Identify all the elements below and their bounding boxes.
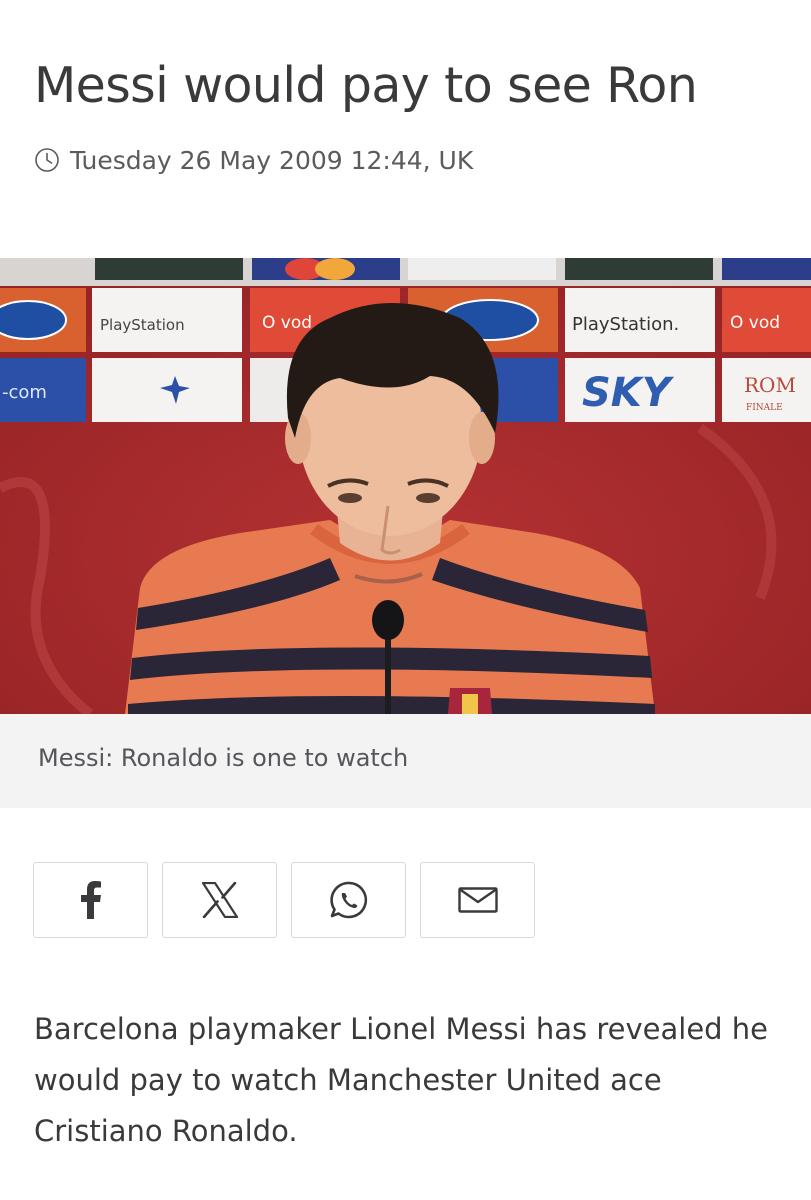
- share-facebook-button[interactable]: [33, 862, 148, 938]
- clock-icon: [34, 147, 60, 173]
- share-bar: [33, 862, 535, 938]
- facebook-icon: [80, 881, 102, 919]
- share-whatsapp-button[interactable]: [291, 862, 406, 938]
- email-icon: [457, 887, 498, 913]
- svg-text:PlayStation.: PlayStation.: [572, 314, 679, 335]
- article-timestamp: Tuesday 26 May 2009 12:44, UK: [70, 145, 474, 175]
- svg-text:-com: -com: [2, 382, 47, 403]
- share-email-button[interactable]: [420, 862, 535, 938]
- photo-caption: Messi: Ronaldo is one to watch: [38, 744, 409, 772]
- share-x-button[interactable]: [162, 862, 277, 938]
- svg-text:FINALE: FINALE: [746, 403, 783, 413]
- svg-text:SKY: SKY: [582, 370, 675, 416]
- article-headline: Messi would pay to see Ron: [34, 57, 698, 114]
- article-photo: PlayStation O vod PlayStation. O vod -co…: [0, 258, 811, 714]
- article-dateline: Tuesday 26 May 2009 12:44, UK: [34, 143, 473, 177]
- x-icon: [201, 882, 239, 918]
- svg-text:ROM: ROM: [744, 373, 796, 397]
- whatsapp-icon: [329, 880, 369, 920]
- photo-caption-bar: Messi: Ronaldo is one to watch: [0, 714, 811, 808]
- svg-text:PlayStation: PlayStation: [100, 316, 185, 334]
- svg-text:O vod: O vod: [730, 313, 780, 333]
- svg-text:O vod: O vod: [262, 313, 312, 333]
- article-body: Barcelona playmaker Lionel Messi has rev…: [34, 1012, 769, 1148]
